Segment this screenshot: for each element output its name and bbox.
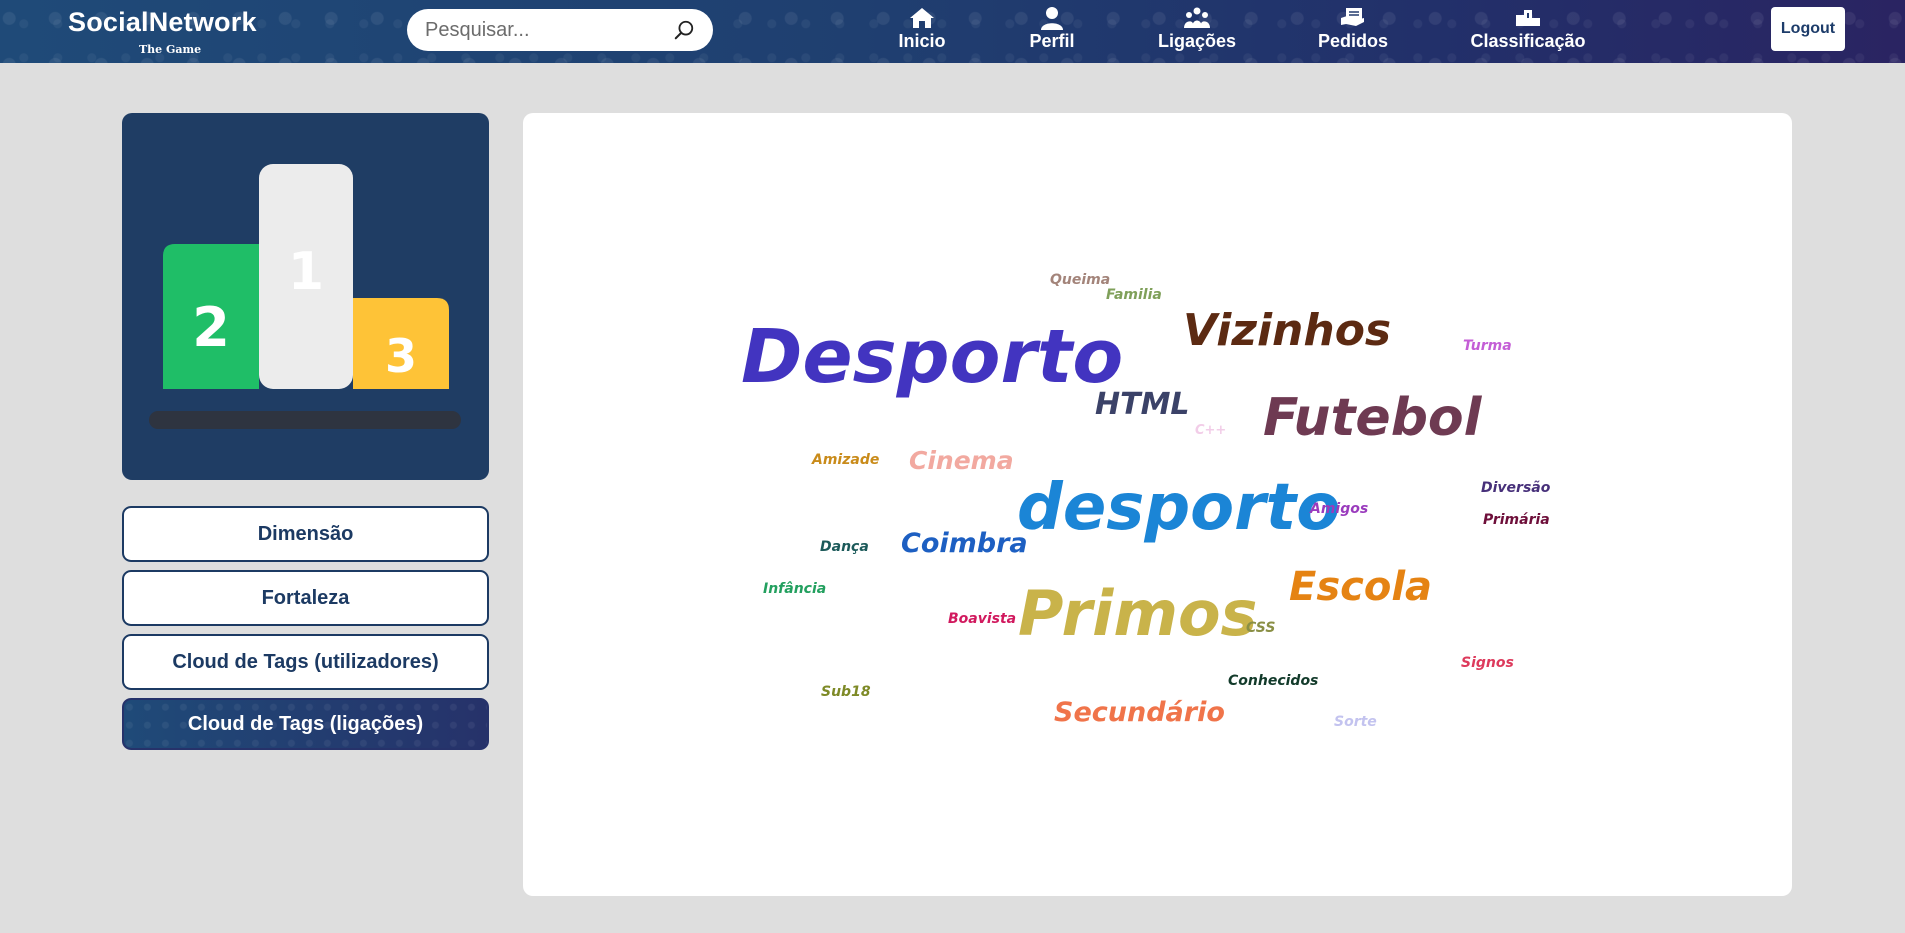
brand-title: SocialNetwork xyxy=(68,7,257,37)
dimensao-button[interactable]: Dimensão xyxy=(122,506,489,562)
podium-illustration: 1 2 3 xyxy=(149,164,461,429)
tag-secundario[interactable]: Secundário xyxy=(1054,699,1225,726)
tag-amigos[interactable]: Amigos xyxy=(1310,502,1368,516)
tag-turma[interactable]: Turma xyxy=(1463,339,1512,353)
tag-css[interactable]: CSS xyxy=(1246,621,1275,635)
tag-desporto-lower[interactable]: desporto xyxy=(1017,476,1340,540)
podium-second-number: 2 xyxy=(192,296,230,359)
tag-cinema[interactable]: Cinema xyxy=(909,448,1014,473)
tag-diversao[interactable]: Diversão xyxy=(1481,481,1550,495)
podium-icon xyxy=(1516,10,1540,26)
tag-danca[interactable]: Dança xyxy=(820,540,869,554)
tag-escola[interactable]: Escola xyxy=(1289,567,1432,607)
nav-classificacao-label: Classificação xyxy=(1470,31,1586,51)
user-icon xyxy=(1041,7,1063,30)
podium-card: 1 2 3 xyxy=(122,113,489,480)
brand-logo[interactable]: SocialNetwork The Game xyxy=(68,7,257,56)
logout-button[interactable]: Logout xyxy=(1771,7,1845,51)
tag-conhecidos[interactable]: Conhecidos xyxy=(1228,674,1318,688)
tag-futebol[interactable]: Futebol xyxy=(1263,392,1481,444)
brand-subtitle: The Game xyxy=(139,43,202,56)
fortaleza-button[interactable]: Fortaleza xyxy=(122,570,489,626)
tag-sorte[interactable]: Sorte xyxy=(1334,715,1377,729)
tag-coimbra[interactable]: Coimbra xyxy=(901,530,1028,557)
tag-vizinhos[interactable]: Vizinhos xyxy=(1183,309,1391,353)
top-navbar: SocialNetwork The Game Inicio Perfil xyxy=(0,0,1905,63)
tag-html[interactable]: HTML xyxy=(1095,390,1190,420)
search-input[interactable] xyxy=(425,9,665,51)
nav-perfil-label: Perfil xyxy=(1029,31,1075,51)
nav-pedidos-label: Pedidos xyxy=(1317,31,1388,51)
nav-ligacoes[interactable]: Ligações xyxy=(1157,6,1237,56)
podium-third-number: 3 xyxy=(385,329,417,383)
nav-inicio-label: Inicio xyxy=(898,31,946,51)
tag-queima[interactable]: Queima xyxy=(1050,273,1110,287)
nav-ligacoes-label: Ligações xyxy=(1157,31,1237,51)
nav-classificacao[interactable]: Classificação xyxy=(1470,6,1586,56)
users-icon xyxy=(1184,7,1210,28)
home-icon xyxy=(910,8,934,28)
requests-icon xyxy=(1341,8,1364,26)
nav-inicio[interactable]: Inicio xyxy=(898,6,946,56)
tag-sub18[interactable]: Sub18 xyxy=(821,685,871,699)
tag-cplusplus[interactable]: C++ xyxy=(1195,424,1226,437)
tag-boavista[interactable]: Boavista xyxy=(948,612,1016,626)
tag-cloud-panel: Queima Familia Vizinhos Turma Desporto H… xyxy=(523,113,1792,896)
tag-amizade[interactable]: Amizade xyxy=(812,453,879,467)
search-icon[interactable] xyxy=(673,19,695,41)
tag-familia[interactable]: Familia xyxy=(1106,288,1162,302)
podium-base xyxy=(149,411,461,429)
cloud-tags-utilizadores-button[interactable]: Cloud de Tags (utilizadores) xyxy=(122,634,489,690)
nav-pedidos[interactable]: Pedidos xyxy=(1317,6,1389,56)
tag-primos[interactable]: Primos xyxy=(1018,583,1257,645)
tag-infancia[interactable]: Infância xyxy=(763,582,826,596)
cloud-tags-ligacoes-button[interactable]: Cloud de Tags (ligações) xyxy=(122,698,489,750)
nav-perfil[interactable]: Perfil xyxy=(1027,6,1077,56)
tag-signos[interactable]: Signos xyxy=(1461,656,1514,670)
tag-desporto-upper[interactable]: Desporto xyxy=(741,320,1123,394)
podium-first-number: 1 xyxy=(288,242,324,302)
search-bar xyxy=(407,9,713,51)
tag-primaria[interactable]: Primária xyxy=(1483,513,1550,527)
